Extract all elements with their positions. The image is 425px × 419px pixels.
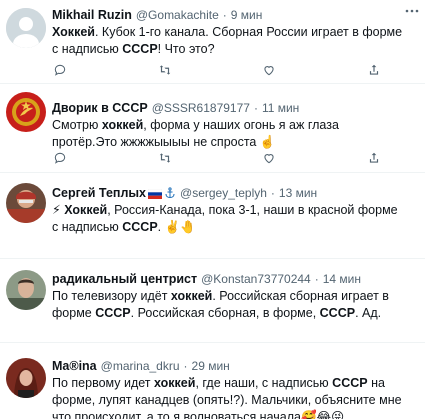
keyword-ussr[interactable]: СССР: [320, 306, 355, 320]
text-span: . Ад.: [355, 306, 382, 320]
timestamp[interactable]: 11 мин: [262, 101, 299, 115]
separator-dot: ·: [314, 272, 319, 286]
tweet[interactable]: радикальный центрист @Konstan73770244 · …: [0, 259, 425, 343]
separator-dot: ·: [270, 186, 275, 200]
tweet-feed: Mikhail Ruzin @Gomakachite · 9 мин Хокке…: [0, 0, 425, 419]
action-bar: [52, 150, 382, 166]
default-avatar-icon: [6, 8, 46, 48]
keyword-hockey[interactable]: хоккей: [154, 376, 195, 390]
keyword-ussr[interactable]: СССР: [332, 376, 367, 390]
reply-icon[interactable]: [52, 150, 68, 166]
like-icon[interactable]: [261, 150, 277, 166]
tweet[interactable]: Mikhail Ruzin @Gomakachite · 9 мин Хокке…: [0, 0, 425, 84]
text-span: . Российская сборная, в форме,: [130, 306, 320, 320]
author-handle[interactable]: @SSSR61879177: [152, 101, 250, 115]
action-bar: [52, 62, 382, 78]
author-name[interactable]: Дворик в СССР: [52, 101, 148, 115]
avatar[interactable]: [6, 358, 46, 398]
russia-flag-icon: [147, 188, 163, 199]
reply-icon[interactable]: [52, 62, 68, 78]
text-span: По первому идет: [52, 376, 155, 390]
keyword-hockey[interactable]: хоккей: [102, 118, 143, 132]
author-handle[interactable]: @sergey_teplyh: [180, 186, 267, 200]
keyword-hockey[interactable]: хоккей: [171, 289, 212, 303]
author-name[interactable]: радикальный центрист: [52, 272, 197, 286]
author-name[interactable]: Mikhail Ruzin: [52, 8, 132, 22]
more-icon[interactable]: [405, 4, 419, 21]
avatar[interactable]: [6, 8, 46, 48]
text-span: По телевизору идёт: [52, 289, 171, 303]
separator-dot: ·: [222, 8, 227, 22]
author-handle[interactable]: @marina_dkru: [101, 359, 180, 373]
author-name[interactable]: Ma®ina: [52, 359, 97, 373]
keyword-ussr[interactable]: СССР: [95, 306, 130, 320]
timestamp[interactable]: 29 мин: [192, 359, 230, 373]
anchor-icon: [164, 187, 176, 199]
tweet-text: ⚡ Хоккей, Россия-Канада, пока 3-1, наши …: [52, 202, 407, 236]
text-span: ⚡: [52, 203, 65, 217]
text-span: Смотрю: [52, 118, 102, 132]
tweet[interactable]: Сергей Теплых @sergey_teplyh · 13 мин ⚡ …: [0, 173, 425, 259]
tweet-text: Смотрю хоккей, форма у наших огонь я аж …: [52, 117, 407, 151]
tweet-text: По первому идет хоккей, где наши, с надп…: [52, 375, 407, 419]
separator-dot: ·: [253, 101, 258, 115]
tweet-text: Хоккей. Кубок 1-го канала. Сборная Росси…: [52, 24, 407, 58]
text-span: . Кубок 1-го канала. Сборная России игра…: [52, 25, 403, 56]
tweet[interactable]: Дворик в СССР @SSSR61879177 · 11 мин Смо…: [0, 84, 425, 173]
separator-dot: ·: [183, 359, 188, 373]
author-name[interactable]: Сергей Теплых: [52, 186, 146, 200]
ussr-emblem-avatar-icon: [6, 92, 46, 132]
text-span: . ✌️🤚: [157, 220, 196, 234]
keyword-ussr[interactable]: СССР: [122, 42, 157, 56]
author-handle[interactable]: @Konstan73770244: [201, 272, 311, 286]
avatar[interactable]: [6, 92, 46, 132]
keyword-ussr[interactable]: СССР: [122, 220, 157, 234]
timestamp[interactable]: 14 мин: [323, 272, 361, 286]
tweet-text: По телевизору идёт хоккей . Российская сб…: [52, 288, 407, 322]
timestamp[interactable]: 13 мин: [279, 186, 317, 200]
share-icon[interactable]: [366, 62, 382, 78]
text-span: ! Что это?: [157, 42, 215, 56]
keyword-hockey[interactable]: Хоккей: [64, 203, 107, 217]
avatar[interactable]: [6, 270, 46, 310]
retweet-icon[interactable]: [157, 150, 173, 166]
share-icon[interactable]: [366, 150, 382, 166]
author-handle[interactable]: @Gomakachite: [136, 8, 219, 22]
tweet[interactable]: Ma®ina @marina_dkru · 29 мин По первому …: [0, 343, 425, 419]
retweet-icon[interactable]: [157, 62, 173, 78]
text-span: , где наши, с надписью: [195, 376, 333, 390]
hockey-player-avatar-icon: [6, 183, 46, 223]
keyword-hockey[interactable]: Хоккей: [52, 25, 95, 39]
like-icon[interactable]: [261, 62, 277, 78]
timestamp[interactable]: 9 мин: [231, 8, 263, 22]
avatar[interactable]: [6, 183, 46, 223]
person-avatar-icon: [6, 270, 46, 310]
woman-avatar-icon: [6, 358, 46, 398]
